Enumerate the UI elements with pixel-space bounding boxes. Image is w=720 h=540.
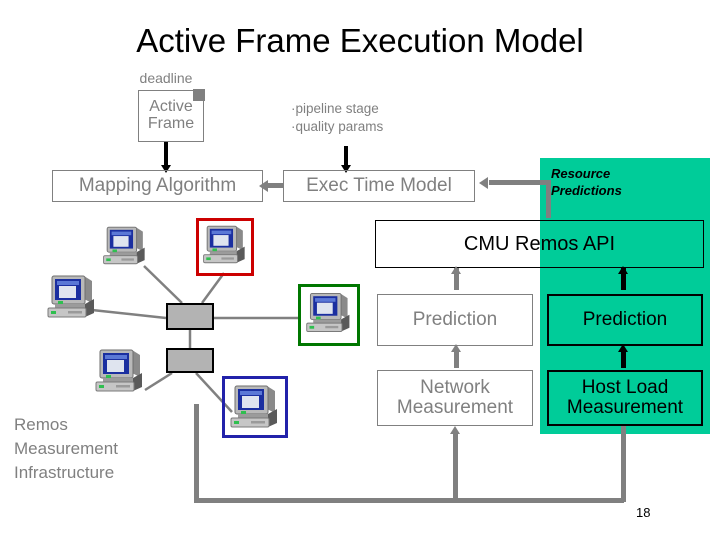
pipeline-bullets: ·pipeline stage ·quality params xyxy=(291,100,491,136)
cmu-remos-api-box[interactable]: CMU Remos API xyxy=(375,220,704,268)
computer-icon xyxy=(95,349,142,392)
exec-to-mapping-arrow-head xyxy=(259,180,268,192)
hostload-prediction-box[interactable]: Prediction xyxy=(547,294,703,346)
computer-icon xyxy=(230,385,277,428)
host-icon-3[interactable] xyxy=(200,222,250,271)
slide-canvas: Active Frame Execution Model deadline Ac… xyxy=(0,0,720,540)
hostload-measurement-to-prediction-line xyxy=(621,350,626,368)
deadline-label: deadline xyxy=(139,70,193,86)
remos-infrastructure-label: Remos Measurement Infrastructure xyxy=(14,413,194,485)
page-number: 18 xyxy=(636,505,651,520)
link-host3-hubupper xyxy=(200,272,226,304)
exec-time-model-box[interactable]: Exec Time Model xyxy=(283,170,475,202)
infrastructure-connector-horizontal xyxy=(194,498,624,503)
computer-icon xyxy=(47,275,94,318)
infrastructure-to-network-measurement-head xyxy=(450,426,460,434)
cmu-remos-api-label: CMU Remos API xyxy=(463,232,616,255)
exec-to-mapping-arrow-line xyxy=(267,183,283,188)
link-host5-hublower xyxy=(144,371,173,392)
active-frame-corner-marker xyxy=(193,89,205,101)
network-prediction-box[interactable]: Prediction xyxy=(377,294,533,346)
network-measurement-label-line2: Measurement xyxy=(396,397,514,418)
resource-predictions-line2: Predictions xyxy=(551,182,622,198)
network-hub-upper[interactable] xyxy=(166,303,214,330)
infrastructure-to-network-measurement-line xyxy=(453,432,458,502)
computer-icon xyxy=(103,226,145,265)
computer-icon xyxy=(203,225,245,264)
resource-predictions-label: Resource Predictions xyxy=(551,166,701,199)
resource-predictions-line1: Resource xyxy=(551,166,611,181)
computer-icon xyxy=(306,292,350,332)
link-host1-hubupper xyxy=(91,308,167,320)
hostload-measurement-to-prediction-head xyxy=(618,344,628,352)
network-measurement-label-line1: Network xyxy=(420,377,490,399)
remos-label-line3: Infrastructure xyxy=(14,463,115,483)
hostload-measurement-box[interactable]: Host Load Measurement xyxy=(547,370,703,426)
host-icon-2[interactable] xyxy=(100,223,150,272)
network-hub-lower[interactable] xyxy=(166,348,214,373)
host-icon-4[interactable] xyxy=(303,289,355,340)
bullet-quality-params: ·quality params xyxy=(291,118,384,134)
page-title: Active Frame Execution Model xyxy=(136,22,584,59)
infrastructure-to-hostload-measurement-line xyxy=(621,426,626,502)
network-measurement-box[interactable]: Network Measurement xyxy=(377,370,533,426)
hostload-measurement-label-line1: Host Load xyxy=(581,377,669,399)
remos-label-line1: Remos xyxy=(14,415,68,434)
hostload-prediction-label: Prediction xyxy=(582,309,668,331)
resource-to-exec-arrow-head xyxy=(479,177,488,189)
exec-time-model-label: Exec Time Model xyxy=(306,175,452,197)
infrastructure-connector-vertical xyxy=(194,404,199,502)
left-prediction-to-api-head xyxy=(451,266,461,274)
active-frame-label-line1: Active xyxy=(149,98,193,116)
host-icon-1[interactable] xyxy=(44,272,100,325)
right-prediction-to-api-head xyxy=(618,266,628,274)
active-frame-label-line2: Frame xyxy=(147,115,195,132)
mapping-algorithm-box[interactable]: Mapping Algorithm xyxy=(52,170,263,202)
host-icon-5[interactable] xyxy=(92,345,148,400)
hostload-measurement-label-line2: Measurement xyxy=(566,397,684,418)
network-measurement-to-prediction-line xyxy=(454,350,459,368)
network-prediction-label: Prediction xyxy=(412,309,498,331)
host-icon-6[interactable] xyxy=(227,381,283,436)
resource-to-exec-arrow-horizontal xyxy=(489,180,551,185)
bullet-pipeline-stage: ·pipeline stage xyxy=(291,101,379,116)
mapping-algorithm-label: Mapping Algorithm xyxy=(78,175,237,197)
network-measurement-to-prediction-head xyxy=(451,344,461,352)
remos-label-line2: Measurement xyxy=(14,439,118,459)
